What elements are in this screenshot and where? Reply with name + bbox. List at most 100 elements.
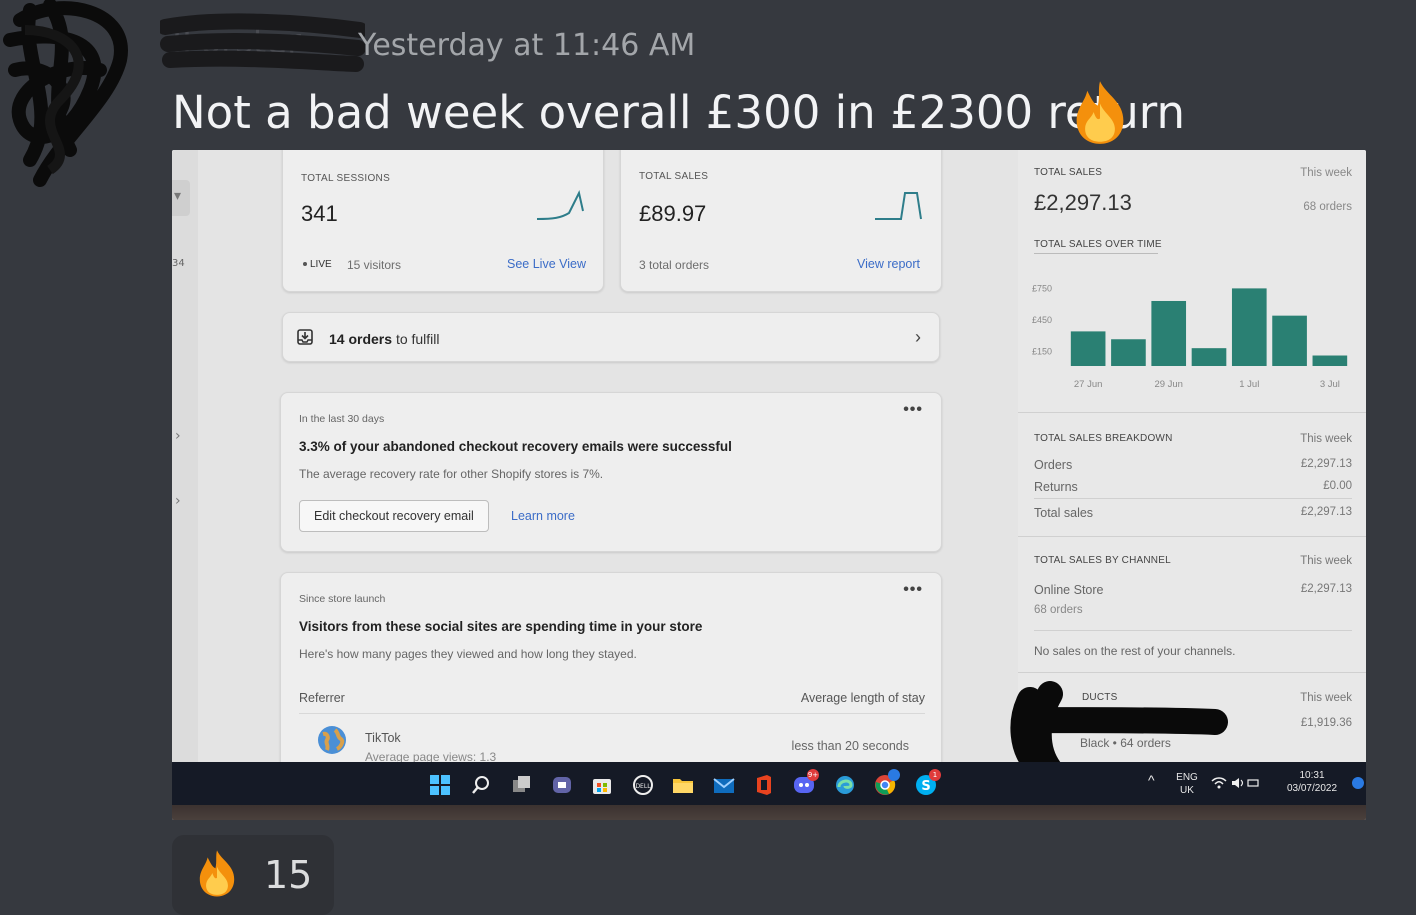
channel-period: This week: [1300, 555, 1352, 567]
chevron-right-icon: ›: [175, 493, 181, 509]
notification-dot[interactable]: [1352, 777, 1364, 789]
sales-value: £89.97: [639, 201, 707, 226]
fire-icon: [199, 850, 235, 897]
teams-icon[interactable]: [551, 774, 573, 796]
left-sidebar-strip: ▾ 34 › ›: [172, 150, 198, 762]
skype-badge: 1: [929, 769, 941, 781]
recovery-title: 3.3% of your abandoned checkout recovery…: [299, 439, 732, 454]
windows-start-icon[interactable]: [429, 774, 451, 796]
laptop-frame: [172, 805, 1366, 820]
orders-to-fulfill-card[interactable]: 14 orders to fulfill ›: [282, 312, 940, 362]
orders-value: £2,297.13: [1300, 458, 1352, 470]
fire-icon: [1076, 81, 1124, 144]
breakdown-period: This week: [1300, 433, 1352, 445]
sales-bar-30-jun[interactable]: [1191, 348, 1227, 366]
section-divider: [1018, 672, 1366, 673]
more-options-icon[interactable]: •••: [903, 581, 923, 599]
referrer-name: TikTok: [365, 731, 401, 745]
dropdown-icon: ▾: [174, 188, 182, 204]
y-tick-label: £150: [1032, 346, 1052, 356]
channel-note: No sales on the rest of your channels.: [1034, 644, 1236, 658]
store-icon[interactable]: [591, 774, 613, 796]
sessions-value: 341: [301, 201, 338, 226]
products-period: This week: [1300, 692, 1352, 704]
live-indicator: LIVE: [303, 259, 332, 270]
x-tick-label: 1 Jul: [1239, 379, 1259, 390]
edge-icon[interactable]: [834, 774, 856, 796]
sales-caption: TOTAL SALES: [639, 171, 709, 182]
chevron-up-icon[interactable]: ^: [1148, 773, 1155, 787]
online-store-label: Online Store: [1034, 583, 1104, 597]
social-title: Visitors from these social sites are spe…: [299, 619, 703, 634]
social-subtitle: Here's how many pages they viewed and ho…: [299, 647, 637, 661]
svg-text:DELL: DELL: [635, 783, 651, 790]
sales-card: TOTAL SALES £89.97 3 total orders View r…: [620, 150, 942, 292]
orders-label: Orders: [1034, 458, 1073, 472]
visitor-count: 15 visitors: [347, 258, 402, 272]
sessions-sparkline: [536, 190, 584, 220]
online-store-orders: 68 orders: [1034, 604, 1083, 616]
see-live-view-link[interactable]: See Live View: [507, 257, 586, 271]
section-divider: [1018, 412, 1366, 413]
social-period: Since store launch: [299, 593, 386, 605]
sales-sparkline: [875, 192, 922, 220]
wifi-volume-battery-icon[interactable]: [1210, 775, 1260, 791]
returns-label: Returns: [1034, 480, 1078, 494]
referrer-stay: less than 20 seconds: [791, 739, 909, 753]
y-tick-label: £750: [1032, 283, 1052, 293]
svg-text:S: S: [921, 779, 930, 794]
products-value: £1,919.36: [1300, 717, 1352, 729]
x-tick-label: 29 Jun: [1154, 379, 1183, 390]
language-indicator[interactable]: ENG UK: [1174, 771, 1200, 797]
x-tick-label: 27 Jun: [1074, 379, 1103, 390]
search-icon[interactable]: [470, 774, 492, 796]
stay-column-header: Average length of stay: [800, 691, 925, 705]
more-options-icon[interactable]: •••: [903, 401, 923, 419]
windows-taskbar: DELL 9+ S 1 ^ ENG UK 10:31 03/07/2022: [172, 762, 1366, 805]
attached-screenshot[interactable]: ▾ 34 › › TOTAL SESSIONS 341 LIVE 15 visi…: [172, 150, 1366, 820]
message-text: Not a bad week overall £300 in £2300 ret…: [172, 86, 1186, 139]
chevron-right-icon: ›: [915, 327, 921, 347]
reaction-count: 15: [264, 853, 313, 897]
office-icon[interactable]: [753, 774, 775, 796]
fulfill-text: 14 orders to fulfill: [329, 331, 440, 347]
avatar-redaction: [3, 0, 128, 187]
breakdown-divider: [1034, 498, 1352, 499]
clock[interactable]: 10:31 03/07/2022: [1280, 769, 1344, 795]
y-tick-label: £450: [1032, 315, 1052, 325]
total-sales-breakdown-value: £2,297.13: [1300, 506, 1352, 518]
chevron-right-icon: ›: [175, 428, 181, 444]
sales-bar-27-jun[interactable]: [1070, 331, 1106, 366]
sales-summary-panel: TOTAL SALES This week £2,297.13 68 order…: [1018, 150, 1366, 762]
view-report-link[interactable]: View report: [857, 257, 920, 271]
sales-bar-2-jul[interactable]: [1272, 315, 1307, 366]
edit-recovery-email-button[interactable]: Edit checkout recovery email: [299, 500, 489, 532]
mail-icon[interactable]: [713, 774, 735, 796]
dell-icon[interactable]: DELL: [632, 774, 654, 796]
file-explorer-icon[interactable]: [672, 774, 694, 796]
learn-more-link[interactable]: Learn more: [511, 509, 575, 523]
recovery-period: In the last 30 days: [299, 413, 385, 425]
total-orders: 3 total orders: [639, 258, 710, 272]
sessions-card: TOTAL SESSIONS 341 LIVE 15 visitors See …: [282, 150, 604, 292]
online-store-value: £2,297.13: [1300, 583, 1352, 595]
referrer-column-header: Referrer: [299, 691, 345, 705]
discord-badge: 9+: [807, 769, 819, 781]
globe-icon: [318, 726, 346, 754]
recovery-card: In the last 30 days ••• 3.3% of your aba…: [280, 392, 942, 552]
reaction-button[interactable]: 15: [172, 835, 334, 915]
total-sales-label: Total sales: [1034, 506, 1094, 520]
sales-bar-1-jul[interactable]: [1231, 288, 1267, 366]
message-timestamp: Yesterday at 11:46 AM: [358, 28, 696, 63]
inbox-download-icon: [297, 329, 313, 345]
task-view-icon[interactable]: [511, 774, 533, 796]
channel-divider: [1034, 630, 1352, 631]
x-tick-label: 3 Jul: [1320, 379, 1340, 390]
recovery-subtitle: The average recovery rate for other Shop…: [299, 467, 604, 481]
channel-caption: TOTAL SALES BY CHANNEL: [1034, 555, 1171, 566]
returns-value: £0.00: [1323, 480, 1352, 492]
section-divider: [1018, 536, 1366, 537]
sales-bar-28-jun[interactable]: [1111, 339, 1146, 366]
sales-bar-3-jul[interactable]: [1312, 355, 1348, 366]
sales-bar-29-jun[interactable]: [1151, 300, 1187, 366]
